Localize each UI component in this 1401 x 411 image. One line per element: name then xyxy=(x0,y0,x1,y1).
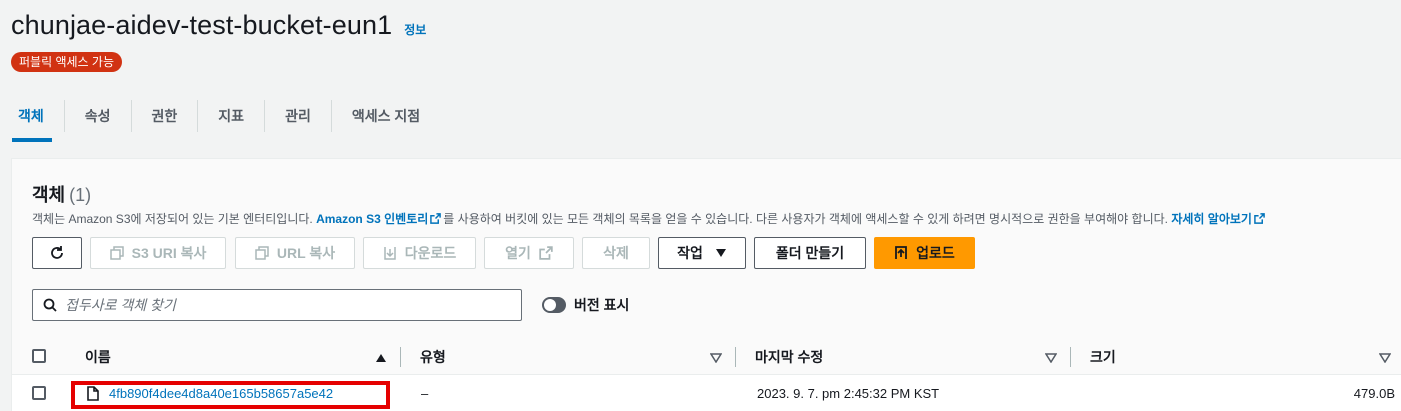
upload-button[interactable]: 업로드 xyxy=(874,237,975,269)
copy-s3-uri-button[interactable]: S3 URI 복사 xyxy=(90,237,226,269)
open-button[interactable]: 열기 xyxy=(484,237,574,269)
copy-s3-uri-label: S3 URI 복사 xyxy=(131,245,207,261)
upload-label: 업로드 xyxy=(916,245,955,261)
row-checkbox[interactable] xyxy=(32,386,46,400)
actions-dropdown[interactable]: 작업 xyxy=(658,237,746,269)
objects-heading-label: 객체 xyxy=(32,185,66,205)
external-link-icon xyxy=(1254,213,1265,224)
upload-icon xyxy=(895,246,908,259)
column-header-type[interactable]: 유형 xyxy=(420,339,446,375)
objects-count: (1) xyxy=(69,185,92,205)
refresh-button[interactable] xyxy=(32,237,82,269)
actions-label: 작업 xyxy=(677,245,703,261)
delete-button[interactable]: 삭제 xyxy=(582,237,650,269)
tab-permissions[interactable]: 권한 xyxy=(132,98,198,134)
sort-icon[interactable] xyxy=(710,353,722,363)
refresh-icon xyxy=(51,246,63,259)
download-button[interactable]: 다운로드 xyxy=(363,237,476,269)
external-link-icon xyxy=(430,213,442,224)
download-label: 다운로드 xyxy=(404,245,457,261)
column-header-last-modified[interactable]: 마지막 수정 xyxy=(755,339,823,375)
table-header: 이름 유형 마지막 수정 크기 xyxy=(12,339,1401,375)
page-header: chunjae-aidev-test-bucket-eun1 정보 xyxy=(11,10,426,41)
column-divider xyxy=(1070,347,1071,367)
create-folder-label: 폴더 만들기 xyxy=(775,245,845,261)
external-link-icon xyxy=(539,246,553,260)
copy-icon xyxy=(255,246,269,260)
toggle-switch[interactable] xyxy=(542,297,566,313)
search-box xyxy=(32,289,522,321)
copy-icon xyxy=(109,246,124,260)
caret-down-icon xyxy=(715,249,726,257)
open-label: 열기 xyxy=(505,245,531,261)
tab-metrics[interactable]: 지표 xyxy=(198,98,264,134)
object-last-modified-cell: 2023. 9. 7. pm 2:45:32 PM KST xyxy=(757,385,940,401)
copy-url-button[interactable]: URL 복사 xyxy=(235,237,355,269)
object-type-cell: – xyxy=(421,385,429,401)
tab-objects[interactable]: 객체 xyxy=(0,98,64,142)
objects-panel: 객체 (1) 객체는 Amazon S3에 저장되어 있는 기본 엔터티입니다. … xyxy=(11,158,1401,411)
description-middle: 를 사용하여 버킷에 있는 모든 객체의 목록을 얻을 수 있습니다. 다른 사… xyxy=(443,212,1172,226)
tab-access-points[interactable]: 액세스 지점 xyxy=(332,98,440,134)
tab-bar: 객체 속성 권한 지표 관리 액세스 지점 xyxy=(0,98,440,142)
status-badge: 퍼블릭 액세스 가능 xyxy=(11,52,122,72)
versions-toggle[interactable]: 버전 표시 xyxy=(542,295,629,315)
page-title: chunjae-aidev-test-bucket-eun1 xyxy=(11,10,393,40)
column-divider xyxy=(400,347,401,367)
search-icon xyxy=(43,298,57,312)
select-all-checkbox[interactable] xyxy=(32,349,46,363)
column-header-size[interactable]: 크기 xyxy=(1090,339,1116,375)
toggle-label: 버전 표시 xyxy=(574,297,630,313)
sort-icon[interactable] xyxy=(1379,353,1391,363)
delete-label: 삭제 xyxy=(603,245,629,261)
column-divider xyxy=(735,347,736,367)
object-size-cell: 479.0B xyxy=(1353,385,1395,401)
sort-ascending-icon[interactable] xyxy=(375,353,387,363)
tab-management[interactable]: 관리 xyxy=(265,98,331,134)
table-row[interactable]: 4fb890f4dee4d8a40e165b58657a5e42 – 2023.… xyxy=(12,376,1401,410)
column-header-name[interactable]: 이름 xyxy=(85,339,111,375)
search-input[interactable] xyxy=(65,297,505,313)
copy-url-label: URL 복사 xyxy=(276,245,336,261)
objects-description: 객체는 Amazon S3에 저장되어 있는 기본 엔터티입니다. Amazon… xyxy=(32,210,1267,227)
tab-properties[interactable]: 속성 xyxy=(65,98,131,134)
info-link[interactable]: 정보 xyxy=(404,21,426,38)
sort-icon[interactable] xyxy=(1045,353,1057,363)
inventory-link[interactable]: Amazon S3 인벤토리 xyxy=(316,212,428,226)
learn-more-link[interactable]: 자세히 알아보기 xyxy=(1171,212,1252,226)
highlight-box xyxy=(71,381,390,409)
objects-heading: 객체 (1) xyxy=(32,181,91,207)
download-icon xyxy=(383,247,396,260)
create-folder-button[interactable]: 폴더 만들기 xyxy=(754,237,866,269)
description-prefix: 객체는 Amazon S3에 저장되어 있는 기본 엔터티입니다. xyxy=(32,212,317,226)
